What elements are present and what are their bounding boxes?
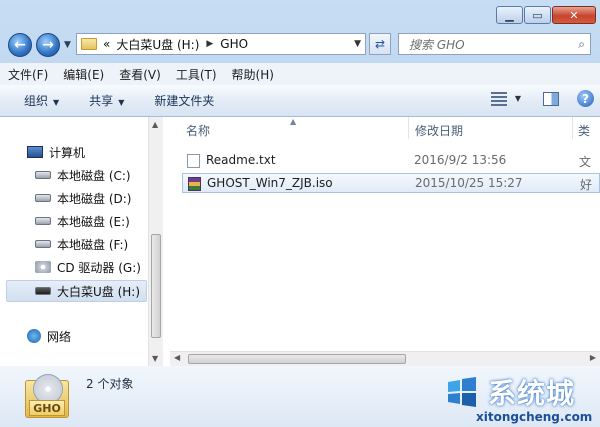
scroll-down-icon[interactable]: ▼: [152, 354, 158, 363]
file-type: 好: [580, 178, 593, 192]
watermark-url: xitongcheng.com: [476, 410, 593, 424]
menu-help[interactable]: 帮助(H): [224, 66, 281, 83]
maximize-button[interactable]: ▭: [524, 6, 551, 24]
organize-label: 组织: [24, 94, 49, 108]
menu-tools[interactable]: 工具(T): [168, 66, 224, 83]
usb-drive-icon: [35, 287, 51, 295]
file-type: 文: [579, 155, 592, 169]
network-icon: [27, 329, 41, 343]
column-divider[interactable]: [572, 117, 573, 139]
column-header-name[interactable]: 名称: [186, 122, 210, 139]
nav-drive-f[interactable]: 本地磁盘 (F:): [35, 234, 128, 254]
file-date: 2016/9/2 13:56: [414, 153, 507, 167]
nav-drive-label: 大白菜U盘 (H:): [57, 284, 141, 299]
menu-edit[interactable]: 编辑(E): [55, 66, 111, 83]
scrollbar-thumb[interactable]: [151, 234, 161, 338]
address-history-dropdown[interactable]: ▼: [354, 39, 361, 49]
nav-network-label: 网络: [47, 329, 72, 344]
watermark-text: 系统城: [488, 377, 576, 410]
nav-drive-g[interactable]: CD 驱动器 (G:): [35, 257, 141, 277]
arrow-right-icon: →: [42, 37, 54, 53]
preview-pane-icon[interactable]: [543, 91, 559, 106]
column-header-date[interactable]: 修改日期: [415, 122, 463, 139]
file-row-readme[interactable]: Readme.txt 2016/9/2 13:56 文: [182, 151, 600, 171]
file-list: ▲ 名称 修改日期 类 Readme.txt 2016/9/2 13:56 文 …: [163, 117, 600, 366]
address-bar[interactable]: « 大白菜U盘 (H:) ▶ GHO ▼: [76, 33, 366, 55]
file-name: GHOST_Win7_ZJB.iso: [207, 176, 333, 190]
system-drive-icon: [35, 171, 51, 179]
share-button[interactable]: 共享 ▼: [69, 92, 134, 109]
organize-button[interactable]: 组织 ▼: [0, 92, 69, 109]
nav-drive-c[interactable]: 本地磁盘 (C:): [35, 165, 131, 185]
caption-buttons: ▁ ▭ ✕: [496, 6, 596, 24]
address-overflow[interactable]: «: [103, 37, 110, 51]
text-file-icon: [187, 154, 200, 168]
nav-drive-label: 本地磁盘 (F:): [57, 237, 129, 252]
search-box: ⌕: [398, 33, 591, 55]
windows-logo-icon: [448, 377, 476, 407]
arrow-left-icon: ←: [14, 37, 26, 53]
help-icon[interactable]: ?: [577, 90, 594, 107]
recent-pages-dropdown[interactable]: ▼: [64, 40, 71, 50]
command-bar: 组织 ▼ 共享 ▼ 新建文件夹 ▼ ?: [0, 85, 600, 117]
file-row-iso[interactable]: GHOST_Win7_ZJB.iso 2015/10/25 15:27 好: [182, 173, 600, 193]
search-icon[interactable]: ⌕: [578, 37, 585, 52]
scroll-right-icon[interactable]: ▶: [590, 353, 596, 362]
nav-network[interactable]: 网络: [27, 326, 71, 346]
folder-icon-label: GHO: [29, 400, 65, 416]
scroll-left-icon[interactable]: ◀: [174, 353, 180, 362]
menu-bar: 文件(F) 编辑(E) 查看(V) 工具(T) 帮助(H): [0, 63, 600, 85]
refresh-icon: ⇄: [374, 37, 386, 51]
nav-drive-label: 本地磁盘 (D:): [57, 191, 132, 206]
archive-file-icon: [188, 177, 201, 191]
column-divider[interactable]: [408, 117, 409, 139]
nav-drive-label: 本地磁盘 (C:): [57, 168, 131, 183]
file-date: 2015/10/25 15:27: [415, 176, 523, 190]
watermark: 系统城 xitongcheng.com: [444, 372, 596, 424]
chevron-down-icon: ▼: [53, 98, 60, 107]
hard-drive-icon: [35, 217, 51, 225]
breadcrumb-drive[interactable]: 大白菜U盘 (H:): [116, 36, 199, 53]
nav-drive-h[interactable]: 大白菜U盘 (H:): [35, 281, 140, 301]
toolbar-right: ▼ ?: [490, 90, 594, 107]
menu-view[interactable]: 查看(V): [111, 66, 168, 83]
nav-drive-label: CD 驱动器 (G:): [57, 260, 141, 275]
cd-drive-icon: [35, 261, 51, 273]
navigation-pane: 计算机 本地磁盘 (C:) 本地磁盘 (D:) 本地磁盘 (E:) 本地磁盘 (…: [0, 117, 163, 366]
share-label: 共享: [89, 94, 114, 108]
search-input[interactable]: [407, 37, 571, 53]
column-header-type[interactable]: 类: [578, 122, 590, 139]
new-folder-button[interactable]: 新建文件夹: [134, 92, 224, 109]
gho-folder-icon: GHO: [25, 374, 69, 418]
scroll-up-icon[interactable]: ▲: [152, 120, 158, 129]
view-dropdown-arrow[interactable]: ▼: [515, 94, 521, 103]
scrollbar-thumb[interactable]: [188, 354, 406, 364]
hard-drive-icon: [35, 194, 51, 202]
close-button[interactable]: ✕: [552, 6, 596, 24]
back-button[interactable]: ←: [8, 33, 32, 57]
menu-file[interactable]: 文件(F): [0, 66, 55, 83]
nav-computer[interactable]: 计算机: [27, 142, 85, 162]
file-name: Readme.txt: [206, 153, 276, 167]
nav-drive-d[interactable]: 本地磁盘 (D:): [35, 188, 131, 208]
computer-icon: [27, 146, 43, 158]
file-list-hscrollbar[interactable]: ◀ ▶: [170, 351, 600, 366]
nav-drive-e[interactable]: 本地磁盘 (E:): [35, 211, 130, 231]
nav-drive-label: 本地磁盘 (E:): [57, 214, 130, 229]
sort-ascending-icon: ▲: [290, 117, 297, 126]
folder-icon: [81, 38, 97, 50]
object-count: 2 个对象: [86, 377, 134, 391]
chevron-down-icon: ▼: [118, 98, 125, 107]
refresh-button[interactable]: ⇄: [369, 33, 391, 55]
nav-pane-scrollbar[interactable]: ▲ ▼: [148, 117, 163, 366]
breadcrumb-folder[interactable]: GHO: [220, 37, 248, 51]
forward-button[interactable]: →: [36, 33, 60, 57]
nav-computer-label: 计算机: [49, 145, 86, 160]
minimize-button[interactable]: ▁: [496, 6, 523, 24]
hard-drive-icon: [35, 240, 51, 248]
explorer-window: ▁ ▭ ✕ ← → ▼ « 大白菜U盘 (H:) ▶ GHO ▼ ⇄ ⌕ 文件(…: [0, 0, 600, 427]
view-options-icon[interactable]: [490, 91, 507, 106]
chevron-right-icon[interactable]: ▶: [206, 39, 213, 49]
